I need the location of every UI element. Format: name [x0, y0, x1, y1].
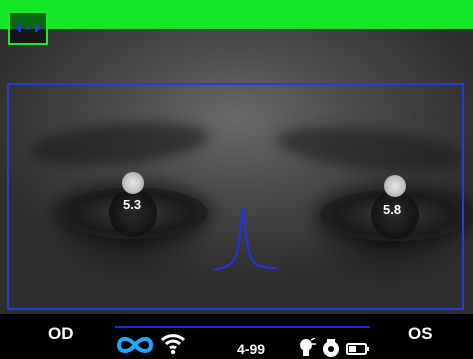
left-pupil-marker	[122, 172, 144, 194]
mode-toggle-button[interactable]	[8, 11, 48, 45]
bottom-status-bar: OD 4-99 OS	[0, 314, 473, 358]
wifi-icon	[160, 334, 186, 355]
right-pupil-value: 5.8	[383, 202, 402, 217]
battery-icon	[346, 343, 369, 355]
pulse-trace-graph	[212, 207, 278, 271]
flash-icon	[300, 338, 316, 356]
arrows-horizontal-icon	[15, 23, 41, 33]
od-label: OD	[48, 324, 74, 343]
os-label: OS	[408, 324, 433, 343]
left-pupil-value: 5.3	[123, 197, 142, 212]
device-id-label: 4-99	[237, 341, 266, 357]
camera-icon	[323, 339, 339, 357]
right-pupil-marker	[384, 175, 406, 197]
status-divider	[115, 326, 370, 328]
infinity-link-icon	[116, 337, 154, 353]
